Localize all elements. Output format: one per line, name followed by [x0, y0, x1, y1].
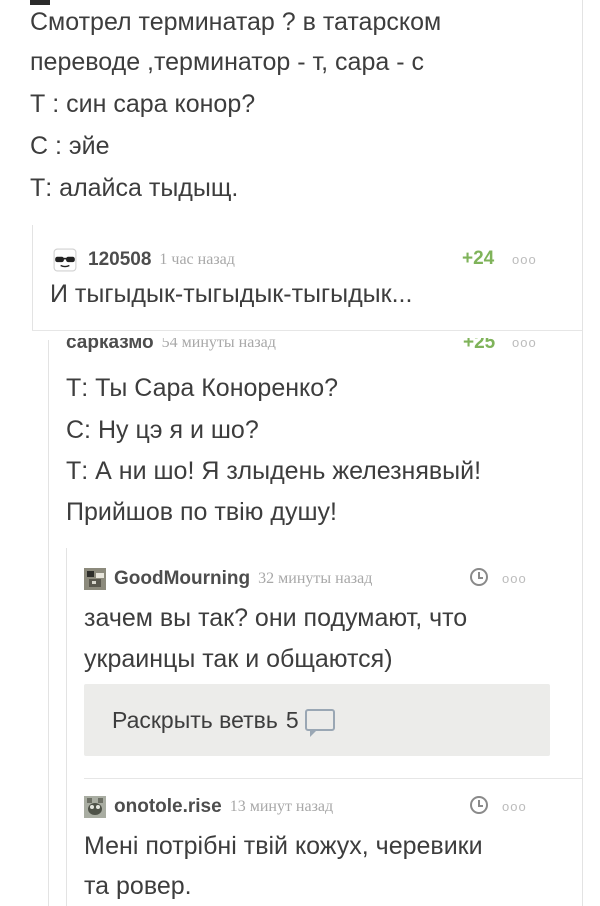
expand-branch-count: 5: [285, 706, 299, 733]
comment-text-line: Т : син сара конор?: [30, 90, 256, 118]
comment-text-line: та ровер.: [84, 872, 192, 900]
comment-meta: onotole.rise 13 минут назад: [84, 796, 333, 818]
comment-meta-clip: сарказмо 54 минуты назад +25 ooo: [66, 338, 566, 352]
expand-branch-button[interactable]: Раскрыть ветвь 5: [84, 684, 550, 756]
comment-rating: +24: [462, 248, 495, 269]
clock-icon[interactable]: [470, 796, 488, 814]
more-dots-icon[interactable]: ooo: [512, 338, 537, 350]
comment-text-line: Т: А ни шо! Я злыдень железнявый!: [66, 457, 482, 485]
comment-rating: +25: [463, 338, 496, 352]
comment-time[interactable]: 1 час назад: [159, 251, 234, 269]
comment-meta: GoodMourning 32 минуты назад: [84, 568, 372, 590]
comment-time[interactable]: 32 минуты назад: [258, 570, 372, 588]
comment-text-line: С: Ну цэ я и шо?: [66, 416, 259, 444]
avatar-fragment: [30, 0, 50, 5]
sunglasses-face-icon[interactable]: [50, 248, 80, 272]
comment-text-line: зачем вы так? они подумают, что: [84, 604, 468, 632]
thread-line: [582, 0, 583, 906]
clock-icon[interactable]: [470, 568, 488, 586]
comment-text-line: Мені потрібні твій кожух, черевики: [84, 832, 483, 860]
comment-text-line: Смотрел терминатар ? в татарском: [30, 8, 442, 36]
comment-text-line: С : эйе: [30, 132, 110, 160]
divider: [84, 778, 582, 779]
divider: [32, 330, 582, 331]
comment-text-line: Т: алайса тыдыщ.: [30, 174, 239, 202]
thread-line: [66, 548, 67, 906]
comment-meta: сарказмо 54 минуты назад: [66, 338, 276, 352]
thread-line: [32, 225, 33, 330]
comment-time[interactable]: 54 минуты назад: [162, 338, 276, 352]
comment-text-line: Т: Ты Сара Коноренко?: [66, 374, 339, 402]
dog-avatar-icon[interactable]: [84, 568, 106, 590]
comment-author[interactable]: сарказмо: [66, 338, 154, 352]
expand-branch-label: Раскрыть ветвь: [112, 706, 278, 733]
comment-text-line: украинцы так и общаются): [84, 645, 393, 673]
comment-author[interactable]: 120508: [88, 249, 151, 271]
more-dots-icon[interactable]: ooo: [512, 252, 537, 267]
animal-avatar-icon[interactable]: [84, 796, 106, 818]
comment-text-line: переводе ,терминатор - т, сара - с: [30, 48, 424, 76]
more-dots-icon[interactable]: ooo: [502, 571, 527, 586]
comment-bubble-icon: [304, 709, 335, 737]
comment-meta: 120508 1 час назад: [50, 248, 235, 272]
comment-time[interactable]: 13 минут назад: [230, 798, 333, 816]
comment-text-line: И тыгыдык-тыгыдык-тыгыдык...: [50, 280, 413, 308]
comment-author[interactable]: GoodMourning: [114, 568, 250, 590]
more-dots-icon[interactable]: ooo: [502, 799, 527, 814]
comment-author[interactable]: onotole.rise: [114, 796, 222, 818]
thread-line: [48, 340, 49, 906]
comment-text-line: Прийшов по твiю душу!: [66, 498, 337, 526]
